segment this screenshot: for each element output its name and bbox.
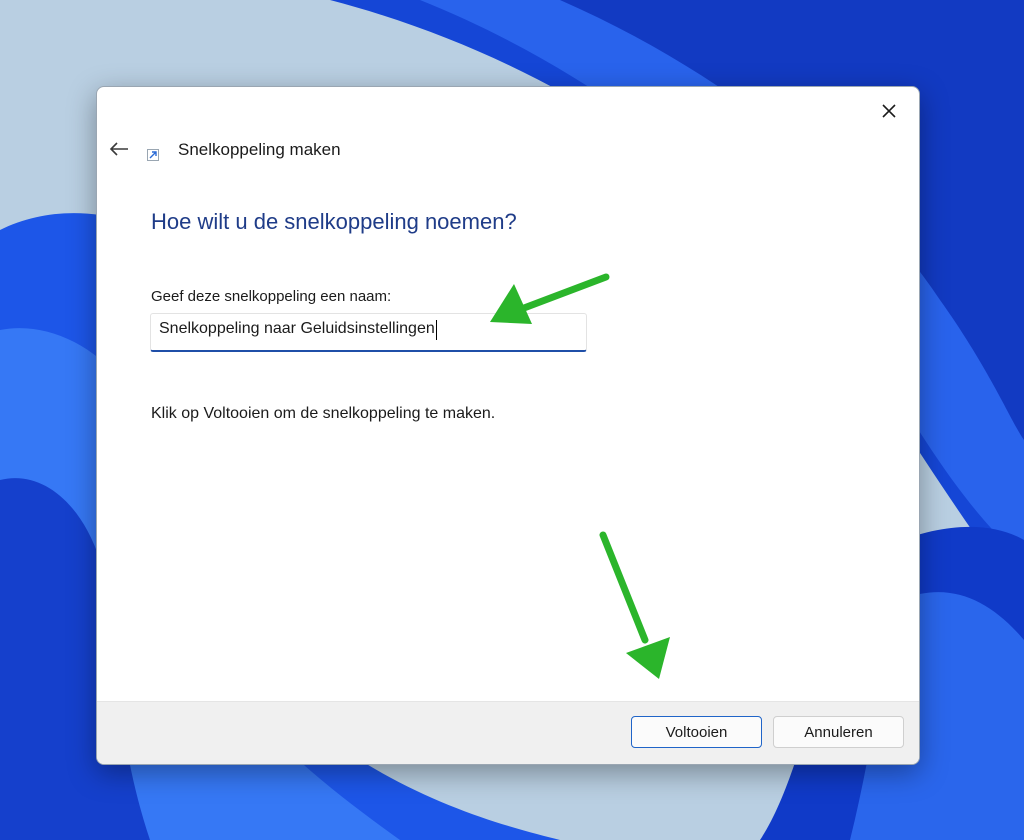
finish-button[interactable]: Voltooien — [631, 716, 762, 748]
wizard-title: Snelkoppeling maken — [178, 140, 341, 159]
back-arrow-icon — [109, 142, 128, 156]
dialog-footer: Voltooien Annuleren — [97, 701, 919, 764]
cancel-button[interactable]: Annuleren — [773, 716, 904, 748]
page-heading: Hoe wilt u de snelkoppeling noemen? — [151, 209, 517, 234]
create-shortcut-dialog: Snelkoppeling maken Hoe wilt u de snelko… — [96, 86, 920, 765]
shortcut-name-value: Snelkoppeling naar Geluidsinstellingen — [159, 320, 435, 337]
shortcut-icon — [147, 149, 159, 161]
finish-instruction: Klik op Voltooien om de snelkoppeling te… — [151, 405, 496, 422]
back-button[interactable] — [105, 135, 133, 163]
text-caret — [435, 320, 437, 340]
close-button[interactable] — [871, 93, 907, 129]
close-icon — [882, 104, 896, 118]
shortcut-name-input[interactable]: Snelkoppeling naar Geluidsinstellingen — [150, 313, 587, 352]
name-field-label: Geef deze snelkoppeling een naam: — [151, 288, 392, 305]
